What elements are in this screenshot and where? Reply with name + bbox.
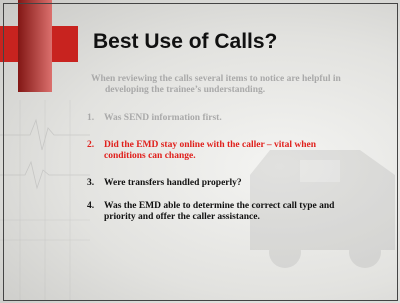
- intro-paragraph: When reviewing the calls several items t…: [91, 74, 381, 96]
- list-item-number: 4.: [87, 201, 95, 211]
- list-item-text: Did the EMD stay online with the caller …: [104, 140, 316, 150]
- intro-line-1: When reviewing the calls several items t…: [91, 74, 341, 84]
- list-item-number: 1.: [87, 113, 95, 123]
- intro-line-2: developing the trainee’s understanding.: [105, 85, 266, 95]
- list-item-text: Was the EMD able to determine the correc…: [104, 201, 335, 211]
- list-item-number: 2.: [87, 140, 95, 150]
- list-item-text: Was SEND information first.: [104, 113, 222, 123]
- list-item-text: Were transfers handled properly?: [104, 178, 242, 188]
- list-item-text-cont: conditions can change.: [104, 151, 196, 161]
- list-item-1: 1. Was SEND information first.: [87, 113, 384, 124]
- slide-title: Best Use of Calls?: [93, 30, 278, 53]
- slide: Best Use of Calls? When reviewing the ca…: [0, 0, 400, 303]
- list-item-number: 3.: [87, 178, 95, 188]
- list-item-text-cont: priority and offer the caller assistance…: [104, 212, 260, 222]
- list-item-2: 2. Did the EMD stay online with the call…: [87, 140, 384, 162]
- list-item-4: 4. Was the EMD able to determine the cor…: [87, 201, 384, 223]
- list-item-3: 3. Were transfers handled properly?: [87, 178, 384, 189]
